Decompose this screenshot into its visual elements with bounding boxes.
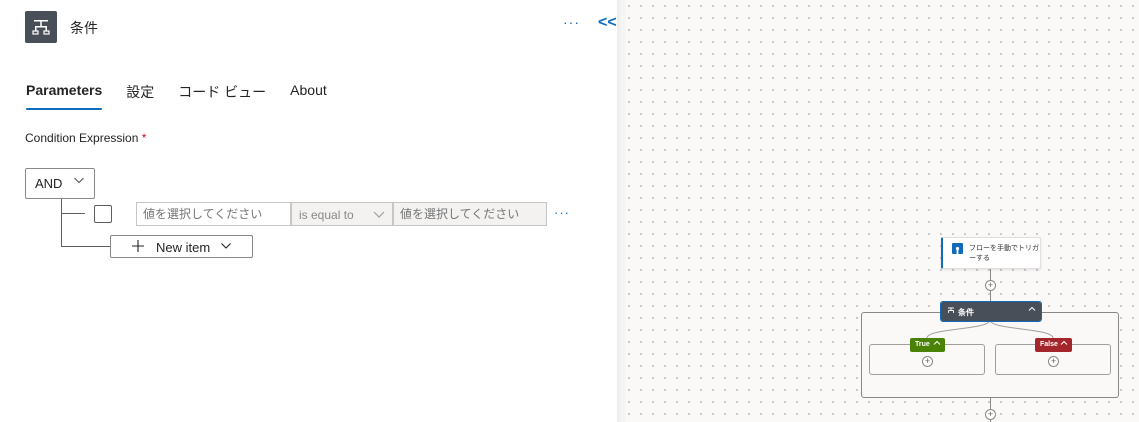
chevron-up-icon[interactable] xyxy=(1028,305,1036,315)
add-false-step-button[interactable]: + xyxy=(1048,356,1059,367)
row-more-button[interactable]: ··· xyxy=(554,205,570,220)
panel-header: 条件 ··· << xyxy=(0,0,623,56)
chevron-down-icon xyxy=(220,240,232,255)
row-select-checkbox[interactable] xyxy=(94,205,112,223)
tab-list: Parameters 設定 コード ビュー About xyxy=(26,80,351,110)
action-panel: 条件 ··· << Parameters 設定 コード ビュー About Co… xyxy=(0,0,623,422)
add-icon xyxy=(131,239,145,256)
new-item-button[interactable]: New item xyxy=(110,235,253,258)
false-branch-label: False xyxy=(1040,341,1058,348)
tree-connector-new-item xyxy=(61,246,110,247)
chevron-up-icon xyxy=(933,339,941,349)
left-value-input[interactable] xyxy=(136,202,291,226)
condition-icon xyxy=(947,307,955,315)
panel-shadow xyxy=(617,0,627,422)
add-step-button[interactable]: + xyxy=(985,409,996,420)
tree-connector-vertical xyxy=(61,199,62,246)
chevron-down-icon xyxy=(73,174,85,189)
group-operator-select[interactable]: AND xyxy=(25,168,95,199)
condition-icon xyxy=(25,11,57,43)
chevron-down-icon xyxy=(372,208,386,223)
trigger-label: フローを手動でトリガーする xyxy=(969,245,1039,262)
tab-about[interactable]: About xyxy=(290,80,327,110)
tab-parameters[interactable]: Parameters xyxy=(26,80,103,110)
false-branch-tag[interactable]: False xyxy=(1035,338,1072,352)
more-options-button[interactable]: ··· xyxy=(563,14,580,30)
tab-code-view[interactable]: コード ビュー xyxy=(178,80,266,110)
required-mark: * xyxy=(141,131,147,145)
condition-expression-label: Condition Expression * xyxy=(25,131,146,145)
panel-title[interactable]: 条件 xyxy=(70,18,98,38)
group-operator-value: AND xyxy=(35,176,63,191)
true-branch-label: True xyxy=(915,341,930,348)
condition-node[interactable]: 条件 xyxy=(940,301,1042,322)
condition-expression-text: Condition Expression xyxy=(25,131,139,145)
new-item-label: New item xyxy=(156,240,211,255)
collapse-panel-button[interactable]: << xyxy=(598,14,617,32)
operator-value: is equal to xyxy=(299,208,354,222)
manual-trigger-icon xyxy=(952,243,963,254)
add-step-button[interactable]: + xyxy=(985,280,996,291)
operator-select[interactable]: is equal to xyxy=(291,202,393,226)
right-value-input[interactable] xyxy=(393,202,547,226)
true-branch-tag[interactable]: True xyxy=(910,338,945,352)
condition-node-label: 条件 xyxy=(958,308,974,317)
add-true-step-button[interactable]: + xyxy=(922,356,933,367)
tree-connector-row xyxy=(61,213,85,214)
tab-settings[interactable]: 設定 xyxy=(126,80,154,110)
trigger-card[interactable]: フローを手動でトリガーする xyxy=(941,237,1041,269)
chevron-up-icon xyxy=(1060,339,1068,349)
